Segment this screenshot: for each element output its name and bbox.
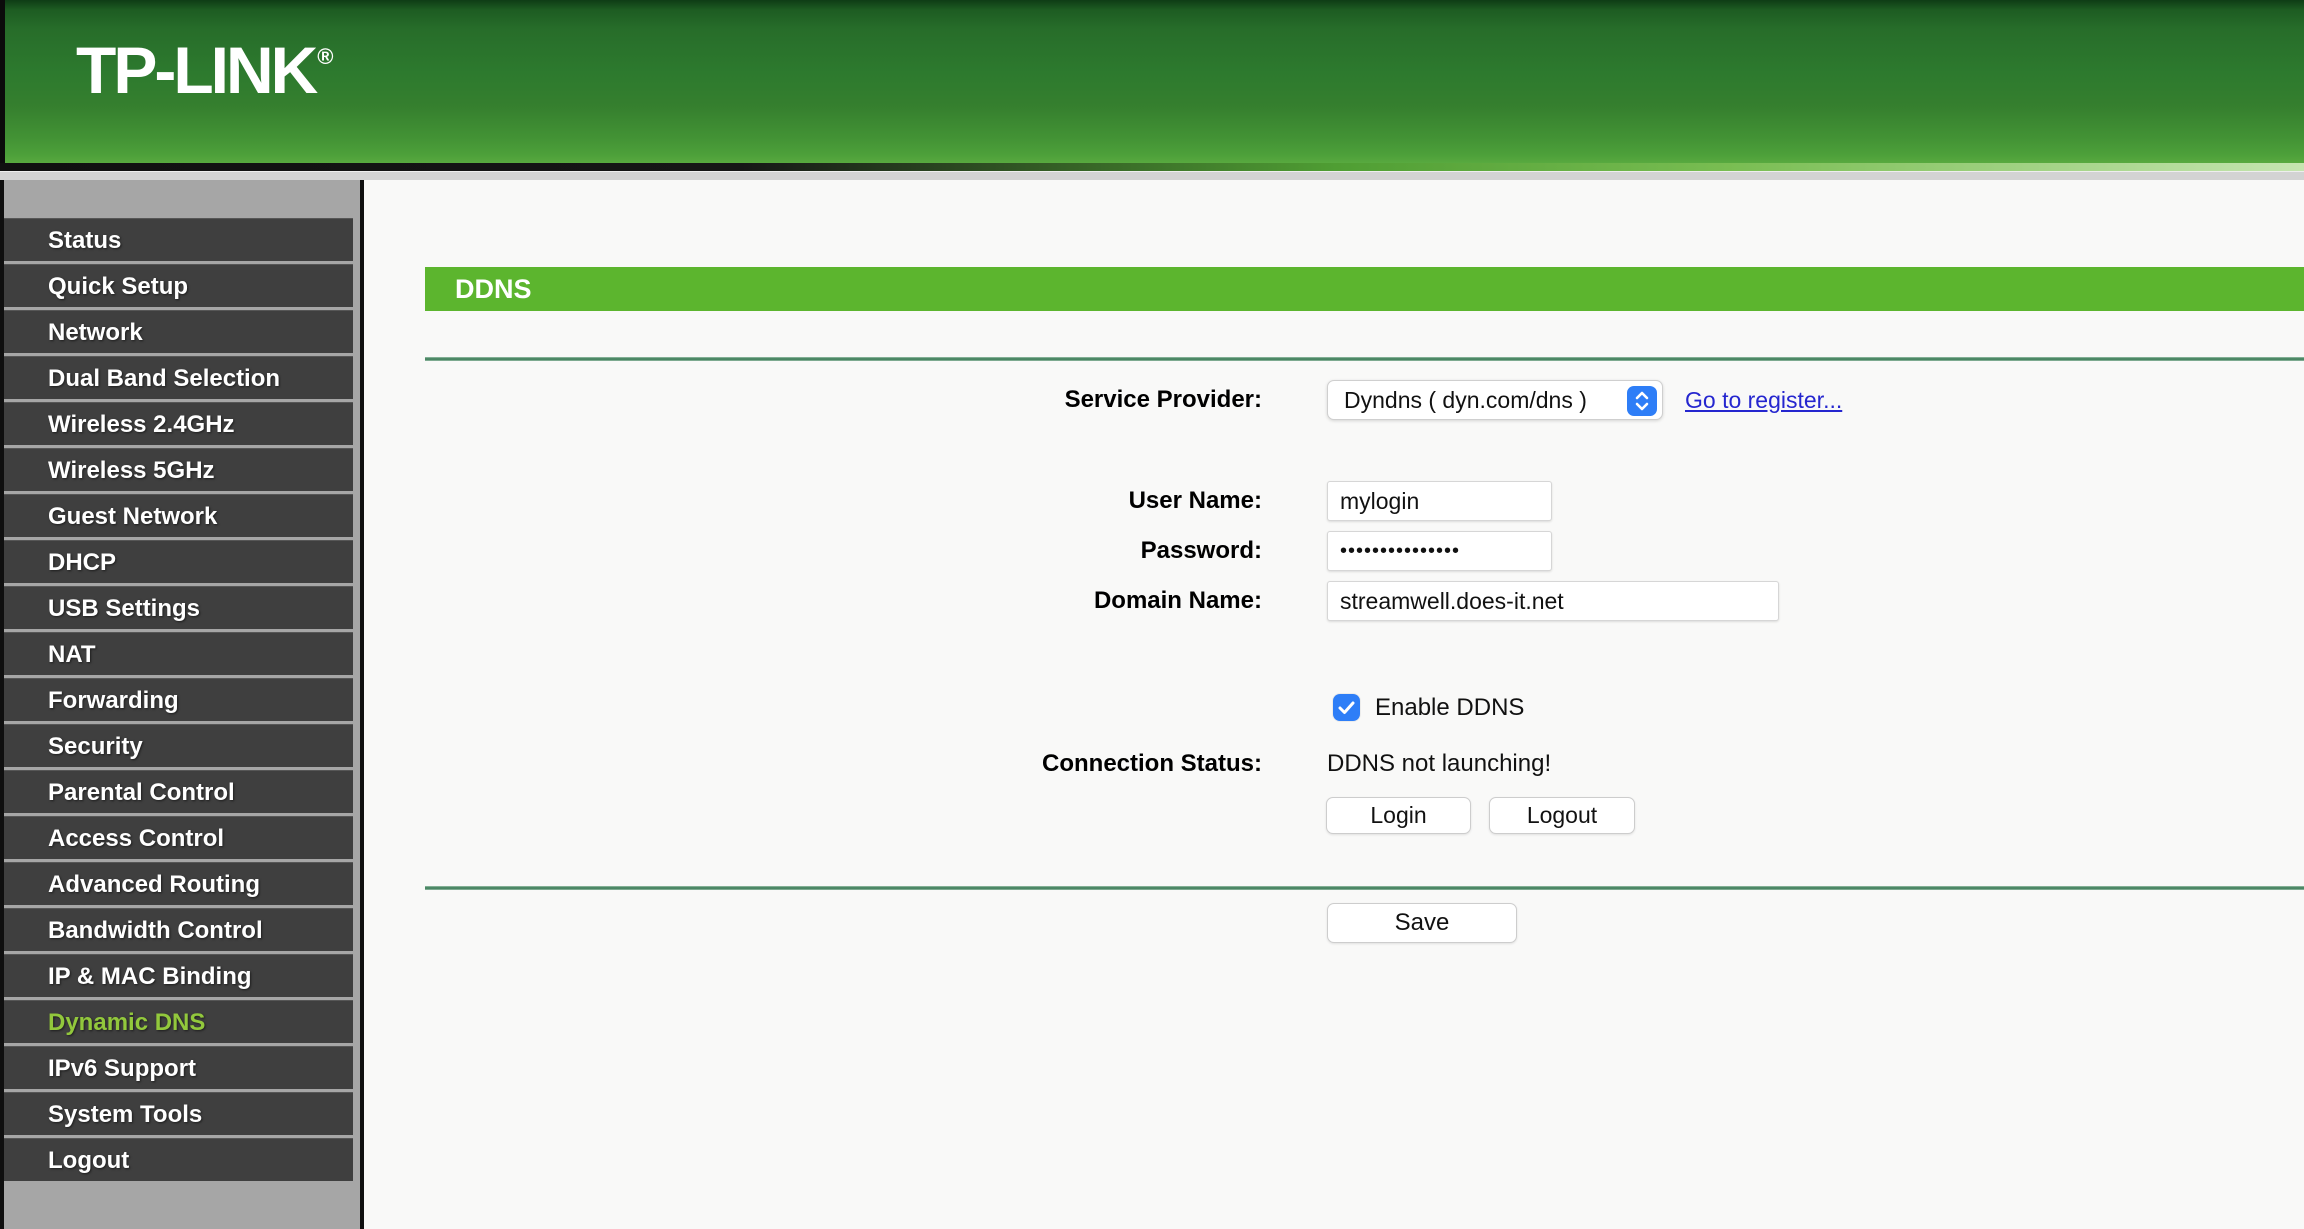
brand-name: TP-LINK: [76, 33, 318, 107]
sidebar: Status Quick Setup Network Dual Band Sel…: [0, 180, 360, 1229]
logout-button[interactable]: Logout: [1489, 797, 1635, 834]
connection-status-row: Connection Status: DDNS not launching!: [364, 751, 2304, 777]
domain-name-row: Domain Name:: [364, 581, 2304, 621]
registered-trademark: ®: [317, 44, 334, 69]
password-label: Password:: [1140, 537, 1262, 564]
sidebar-item-bandwidth-control[interactable]: Bandwidth Control: [4, 908, 353, 951]
sidebar-item-dynamic-dns[interactable]: Dynamic DNS: [4, 1000, 353, 1043]
connection-status-value: DDNS not launching!: [1327, 750, 1552, 777]
password-row: Password:: [364, 531, 2304, 571]
ddns-actions-row: Login Logout: [364, 797, 2304, 834]
go-to-register-link[interactable]: Go to register...: [1685, 380, 1842, 420]
header-separator-strip: [0, 171, 2304, 180]
sidebar-item-status[interactable]: Status: [4, 218, 353, 261]
login-button[interactable]: Login: [1326, 797, 1471, 834]
domain-name-label: Domain Name:: [1093, 587, 1262, 614]
page-title: DDNS: [425, 267, 2304, 311]
service-provider-selected-value: Dyndns ( dyn.com/dns ): [1344, 387, 1587, 413]
chevron-up-down-icon: [1635, 391, 1649, 411]
tp-link-logo: TP-LINK®: [76, 32, 334, 108]
service-provider-row: Service Provider: Dyndns ( dyn.com/dns )…: [364, 380, 2304, 420]
sidebar-item-parental-control[interactable]: Parental Control: [4, 770, 353, 813]
sidebar-item-dual-band-selection[interactable]: Dual Band Selection: [4, 356, 353, 399]
header-banner: TP-LINK®: [0, 0, 2304, 163]
checkmark-icon: [1338, 701, 1355, 714]
service-provider-label: Service Provider:: [1064, 386, 1262, 413]
sidebar-item-security[interactable]: Security: [4, 724, 353, 767]
save-button[interactable]: Save: [1327, 903, 1517, 943]
sidebar-item-wireless-5ghz[interactable]: Wireless 5GHz: [4, 448, 353, 491]
sidebar-item-logout[interactable]: Logout: [4, 1138, 353, 1181]
enable-ddns-row: Enable DDNS: [364, 694, 2304, 721]
sidebar-item-advanced-routing[interactable]: Advanced Routing: [4, 862, 353, 905]
banner-accent-strip: [0, 163, 2304, 171]
sidebar-item-usb-settings[interactable]: USB Settings: [4, 586, 353, 629]
sidebar-item-dhcp[interactable]: DHCP: [4, 540, 353, 583]
enable-ddns-label: Enable DDNS: [1375, 694, 1525, 721]
sidebar-item-system-tools[interactable]: System Tools: [4, 1092, 353, 1135]
router-admin-page: TP-LINK® Status Quick Setup Network Dual…: [0, 0, 2304, 1229]
user-name-row: User Name:: [364, 481, 2304, 521]
sidebar-item-wireless-2-4ghz[interactable]: Wireless 2.4GHz: [4, 402, 353, 445]
sidebar-menu: Status Quick Setup Network Dual Band Sel…: [4, 218, 353, 1184]
select-stepper-icon: [1627, 386, 1657, 416]
sidebar-item-nat[interactable]: NAT: [4, 632, 353, 675]
section-divider-bottom: [425, 886, 2304, 890]
user-name-input[interactable]: [1327, 481, 1552, 521]
sidebar-item-ip-mac-binding[interactable]: IP & MAC Binding: [4, 954, 353, 997]
main-content: DDNS Service Provider: Dyndns ( dyn.com/…: [364, 180, 2304, 1229]
section-divider-top: [425, 357, 2304, 361]
user-name-label: User Name:: [1128, 487, 1262, 514]
sidebar-item-forwarding[interactable]: Forwarding: [4, 678, 353, 721]
sidebar-item-ipv6-support[interactable]: IPv6 Support: [4, 1046, 353, 1089]
sidebar-item-access-control[interactable]: Access Control: [4, 816, 353, 859]
password-input[interactable]: [1327, 531, 1552, 571]
service-provider-select[interactable]: Dyndns ( dyn.com/dns ): [1327, 380, 1663, 420]
enable-ddns-checkbox[interactable]: [1333, 694, 1360, 721]
banner-left-edge: [0, 0, 5, 163]
sidebar-item-network[interactable]: Network: [4, 310, 353, 353]
connection-status-label: Connection Status:: [1042, 750, 1262, 777]
sidebar-item-quick-setup[interactable]: Quick Setup: [4, 264, 353, 307]
sidebar-item-guest-network[interactable]: Guest Network: [4, 494, 353, 537]
domain-name-input[interactable]: [1327, 581, 1779, 621]
